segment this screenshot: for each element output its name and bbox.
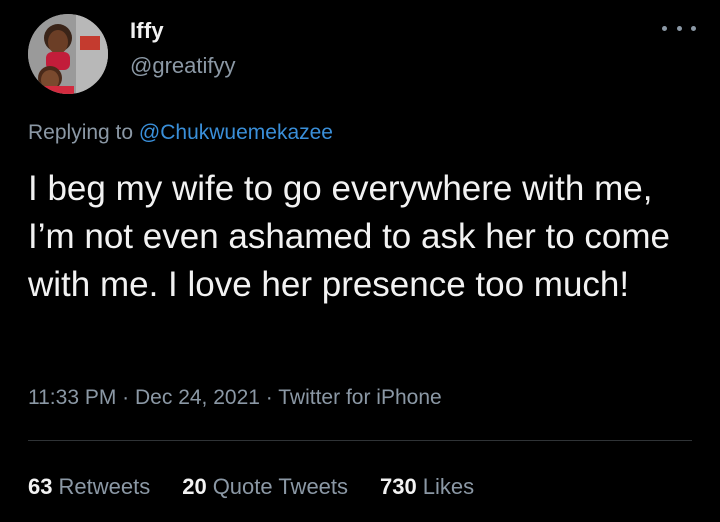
quote-tweets-stat[interactable]: 20 Quote Tweets (182, 474, 348, 500)
meta-separator: · (122, 386, 130, 409)
avatar-photo (28, 14, 108, 94)
retweets-label: Retweets (58, 474, 151, 499)
replying-prefix: Replying to (28, 121, 134, 144)
tweet-source[interactable]: Twitter for iPhone (278, 386, 441, 409)
avatar[interactable] (28, 14, 108, 94)
more-dot (662, 25, 667, 31)
likes-label: Likes (422, 474, 475, 499)
likes-stat[interactable]: 730 Likes (380, 474, 474, 500)
more-horizontal-icon[interactable] (662, 18, 696, 38)
more-dot (691, 25, 696, 31)
meta-separator: · (265, 386, 273, 409)
likes-count: 730 (380, 474, 417, 499)
retweets-count: 63 (28, 474, 53, 499)
engagement-stats: 63 Retweets 20 Quote Tweets 730 Likes (28, 474, 506, 500)
retweets-stat[interactable]: 63 Retweets (28, 474, 150, 500)
tweet-card: Iffy @greatifyy Replying to @Chukwuemeka… (0, 0, 720, 522)
tweet-text: I beg my wife to go everywhere with me, … (28, 169, 670, 304)
replying-to: Replying to @Chukwuemekazee (28, 121, 333, 145)
divider (28, 440, 692, 441)
author-name[interactable]: Iffy (130, 18, 164, 44)
more-dot (676, 25, 682, 31)
reply-mention-link[interactable]: @Chukwuemekazee (139, 121, 333, 144)
tweet-date[interactable]: Dec 24, 2021 (135, 386, 260, 409)
author-handle[interactable]: @greatifyy (130, 53, 235, 79)
tweet-metadata: 11:33 PM · Dec 24, 2021 · Twitter for iP… (28, 386, 442, 410)
quote-tweets-label: Quote Tweets (212, 474, 349, 499)
tweet-time[interactable]: 11:33 PM (28, 386, 116, 409)
quote-tweets-count: 20 (182, 474, 207, 499)
